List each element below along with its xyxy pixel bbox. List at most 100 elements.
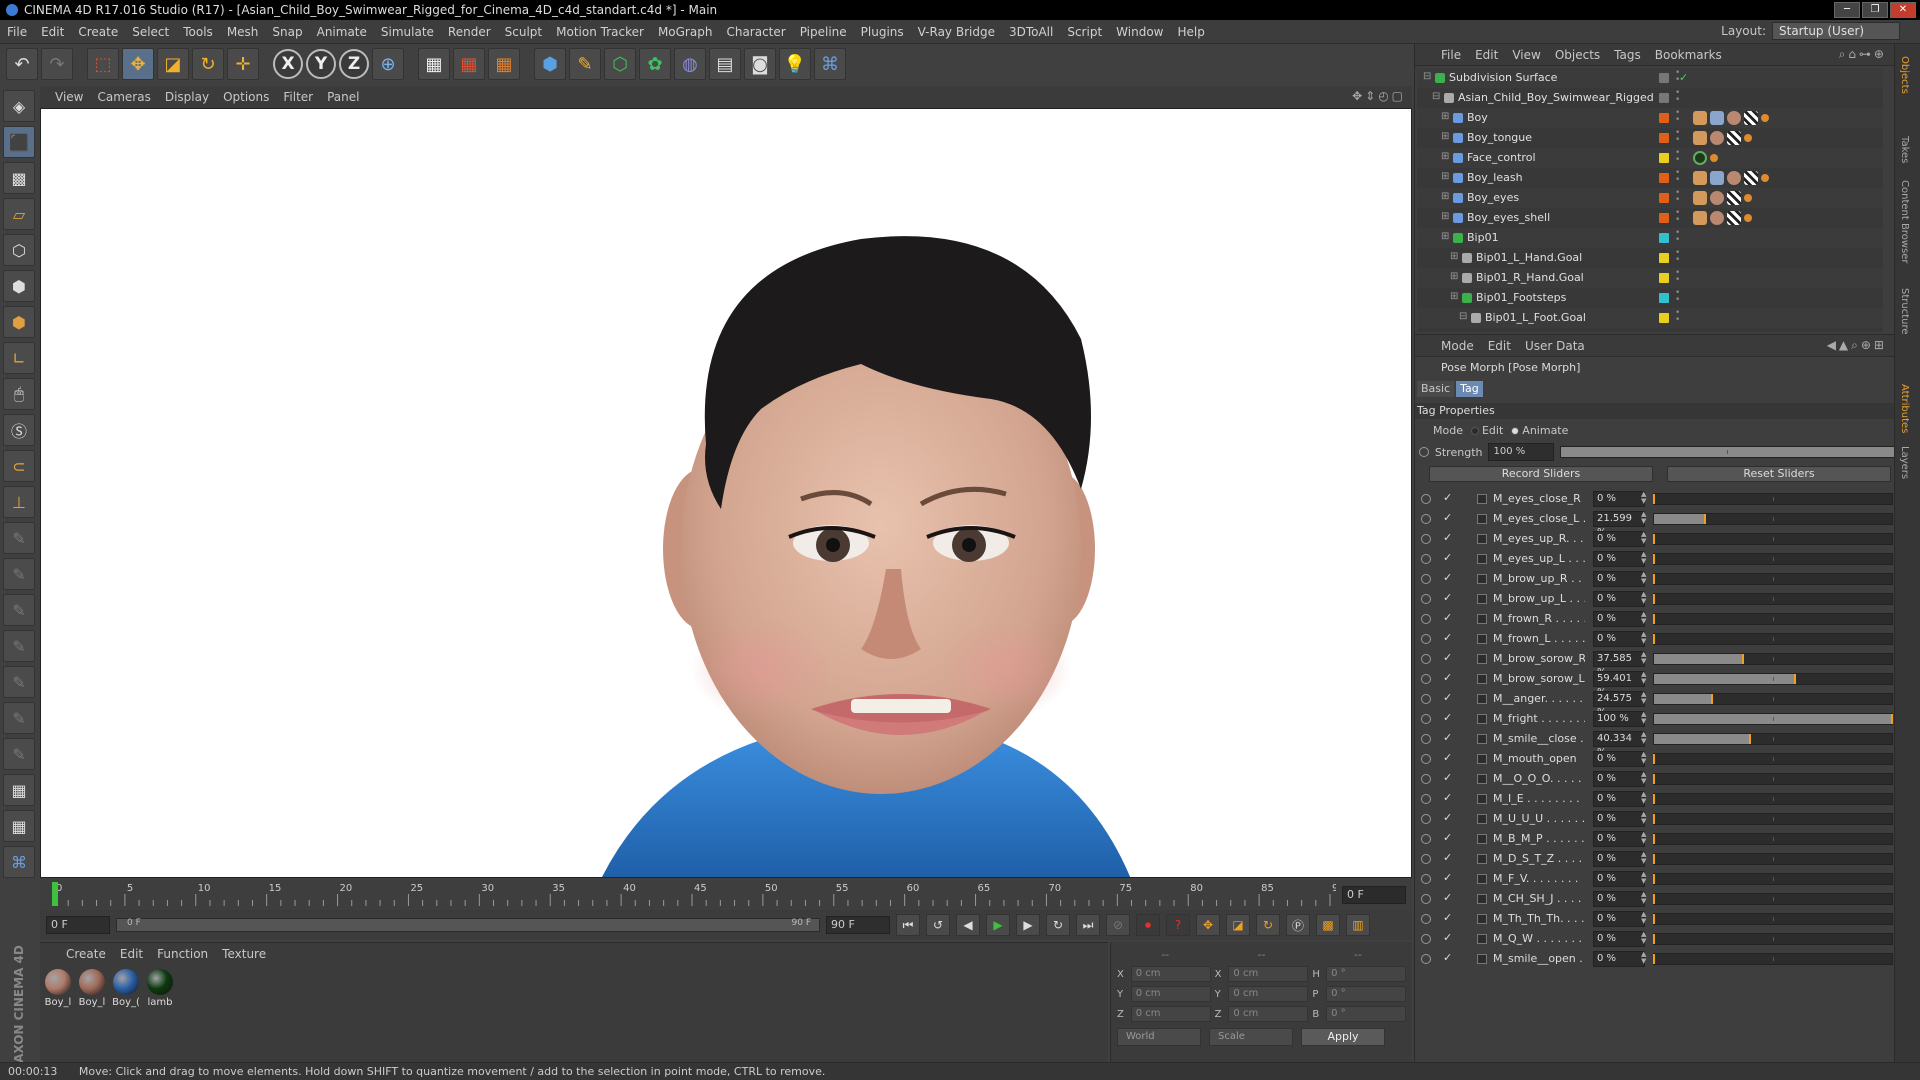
key-position-icon[interactable]: ✥: [1196, 914, 1220, 936]
menu-edit[interactable]: Edit: [34, 25, 71, 39]
layout-dropdown[interactable]: Startup (User): [1772, 22, 1900, 40]
expand-icon[interactable]: ⊞: [1441, 191, 1449, 202]
edges-mode-icon[interactable]: ⬢: [3, 270, 35, 302]
morph-spinner-icon[interactable]: ▲ ▼: [1641, 571, 1646, 585]
object-menu-file[interactable]: File: [1441, 48, 1461, 62]
tag-icon[interactable]: [1761, 174, 1769, 182]
strength-field[interactable]: 100 %: [1488, 443, 1554, 461]
morph-animate-icon[interactable]: [1421, 774, 1431, 784]
morph-value-field[interactable]: 40.334 %: [1593, 731, 1645, 758]
morph-animate-icon[interactable]: [1421, 654, 1431, 664]
playhead[interactable]: [52, 882, 58, 906]
tag-icon[interactable]: [1693, 211, 1707, 225]
visibility-toggle-icon[interactable]: • •: [1675, 109, 1680, 125]
texture-mode-icon[interactable]: ▩: [3, 162, 35, 194]
morph-animate-icon[interactable]: [1421, 554, 1431, 564]
rotation-value-field[interactable]: 0 °: [1326, 966, 1407, 982]
python-script-icon[interactable]: ⌘: [3, 846, 35, 878]
morph-enabled-check-icon[interactable]: ✓: [1443, 491, 1452, 504]
workplane-icon[interactable]: ▱: [3, 198, 35, 230]
object-row[interactable]: ⊟ Subdivision Surface • • ✓: [1417, 68, 1883, 88]
minimize-button[interactable]: ─: [1834, 2, 1860, 18]
visibility-toggle-icon[interactable]: • •: [1675, 189, 1680, 205]
morph-enabled-check-icon[interactable]: ✓: [1443, 791, 1452, 804]
morph-enabled-check-icon[interactable]: ✓: [1443, 651, 1452, 664]
object-row[interactable]: ⊞ Bip01_L_Hand.Goal • •: [1417, 248, 1883, 268]
expand-icon[interactable]: ⊞: [1441, 211, 1449, 222]
object-menu-edit[interactable]: Edit: [1475, 48, 1498, 62]
tag-icon[interactable]: [1727, 191, 1741, 205]
tag-icon[interactable]: [1693, 191, 1707, 205]
go-to-end-icon[interactable]: ⏭: [1076, 914, 1100, 936]
material-menu-create[interactable]: Create: [66, 947, 106, 961]
floor-scene-icon[interactable]: ▤: [709, 48, 741, 80]
size-value-field[interactable]: 0 cm: [1228, 986, 1309, 1002]
morph-enabled-check-icon[interactable]: ✓: [1443, 911, 1452, 924]
morph-expand-icon[interactable]: [1477, 714, 1487, 724]
position-value-field[interactable]: 0 cm: [1130, 1006, 1211, 1022]
morph-enabled-check-icon[interactable]: ✓: [1443, 611, 1452, 624]
morph-enabled-check-icon[interactable]: ✓: [1443, 831, 1452, 844]
record-sliders-button[interactable]: Record Sliders: [1429, 466, 1653, 482]
go-to-start-icon[interactable]: ⏮: [896, 914, 920, 936]
menu-character[interactable]: Character: [719, 25, 792, 39]
morph-expand-icon[interactable]: [1477, 774, 1487, 784]
record-active-objects-icon[interactable]: ⏺: [1136, 914, 1160, 936]
morph-enabled-check-icon[interactable]: ✓: [1443, 951, 1452, 964]
visibility-toggle-icon[interactable]: • •: [1675, 269, 1680, 285]
layer-color-swatch[interactable]: [1659, 273, 1669, 283]
morph-spinner-icon[interactable]: ▲ ▼: [1641, 611, 1646, 625]
tag-icon[interactable]: [1744, 134, 1752, 142]
side-tab-attributes[interactable]: Attributes: [1899, 384, 1910, 433]
morph-enabled-check-icon[interactable]: ✓: [1443, 571, 1452, 584]
morph-animate-icon[interactable]: [1421, 814, 1431, 824]
tag-icon[interactable]: [1710, 171, 1724, 185]
tweak-mode-icon[interactable]: 🖱: [3, 378, 35, 410]
menu-v-ray-bridge[interactable]: V-Ray Bridge: [911, 25, 1002, 39]
tag-icon[interactable]: [1744, 214, 1752, 222]
brush-icon-2[interactable]: ✎: [3, 558, 35, 590]
menu-select[interactable]: Select: [125, 25, 176, 39]
visibility-toggle-icon[interactable]: • •: [1675, 89, 1680, 105]
morph-expand-icon[interactable]: [1477, 614, 1487, 624]
z-axis-lock-icon[interactable]: Z: [339, 49, 369, 79]
morph-spinner-icon[interactable]: ▲ ▼: [1641, 491, 1646, 505]
morph-value-field[interactable]: 0 %: [1593, 491, 1645, 507]
key-pla-icon[interactable]: ▩: [1316, 914, 1340, 936]
morph-spinner-icon[interactable]: ▲ ▼: [1641, 691, 1646, 705]
tag-icon[interactable]: [1710, 154, 1718, 162]
morph-slider[interactable]: [1653, 653, 1893, 665]
object-row[interactable]: ⊞ Boy • •: [1417, 108, 1883, 128]
morph-spinner-icon[interactable]: ▲ ▼: [1641, 711, 1646, 725]
object-list[interactable]: ⊟ Subdivision Surface • • ✓ ⊟ Asian_Child_Boy_…: [1417, 68, 1883, 332]
make-editable-icon[interactable]: ◈: [3, 90, 35, 122]
morph-expand-icon[interactable]: [1477, 934, 1487, 944]
layer-color-swatch[interactable]: [1659, 133, 1669, 143]
morph-animate-icon[interactable]: [1421, 834, 1431, 844]
brush-icon-1[interactable]: ✎: [3, 522, 35, 554]
morph-spinner-icon[interactable]: ▲ ▼: [1641, 731, 1646, 745]
morph-expand-icon[interactable]: [1477, 494, 1487, 504]
morph-slider[interactable]: [1653, 713, 1893, 725]
array-generator-icon[interactable]: ✿: [639, 48, 671, 80]
side-tab-layers[interactable]: Layers: [1899, 446, 1910, 479]
record-disabled-icon[interactable]: ⊘: [1106, 914, 1130, 936]
viewport-nav-icons[interactable]: ✥⇕◴▢: [1352, 89, 1406, 103]
object-row[interactable]: ⊟ Asian_Child_Boy_Swimwear_Rigged • •: [1417, 88, 1883, 108]
render-settings-icon[interactable]: ▦: [488, 48, 520, 80]
menu-3dtoall[interactable]: 3DToAll: [1002, 25, 1060, 39]
material-menu-edit[interactable]: Edit: [120, 947, 143, 961]
layer-color-swatch[interactable]: [1659, 73, 1669, 83]
object-menu-tags[interactable]: Tags: [1614, 48, 1641, 62]
workplane-grid-icon[interactable]: ▦: [3, 810, 35, 842]
model-mode-icon[interactable]: ⬛: [3, 126, 35, 158]
menu-script[interactable]: Script: [1060, 25, 1109, 39]
morph-value-field[interactable]: 0 %: [1593, 931, 1645, 947]
morph-spinner-icon[interactable]: ▲ ▼: [1641, 671, 1646, 685]
attribute-menu-user-data[interactable]: User Data: [1525, 339, 1585, 353]
end-frame-field[interactable]: 90 F: [826, 916, 890, 934]
object-row[interactable]: ⊞ Bip01_R_Hand.Goal • •: [1417, 268, 1883, 288]
morph-spinner-icon[interactable]: ▲ ▼: [1641, 931, 1646, 945]
morph-expand-icon[interactable]: [1477, 574, 1487, 584]
morph-value-field[interactable]: 37.585 %: [1593, 651, 1645, 678]
